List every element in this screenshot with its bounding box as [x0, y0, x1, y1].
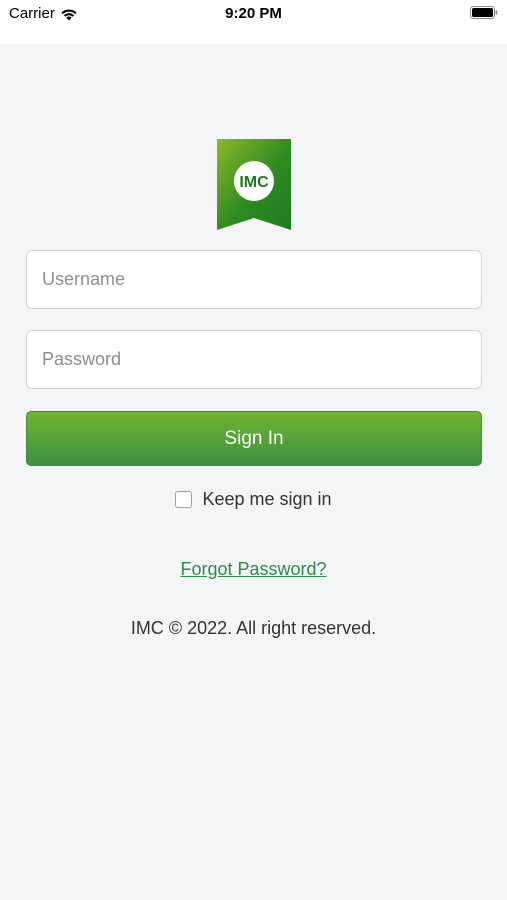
sign-in-button[interactable]: Sign In	[26, 411, 482, 466]
copyright-text: IMC © 2022. All right reserved.	[130, 618, 377, 638]
logo-text: IMC	[239, 174, 269, 191]
username-input[interactable]	[26, 250, 482, 309]
password-input[interactable]	[26, 330, 482, 389]
forgot-password-link[interactable]: Forgot Password?	[0, 559, 507, 580]
battery-icon	[470, 6, 498, 19]
keep-signed-in-label[interactable]: Keep me sign in	[202, 489, 331, 510]
keep-signed-in-checkbox[interactable]	[175, 491, 193, 508]
keep-signed-in-row[interactable]: Keep me sign in	[0, 489, 507, 510]
status-time: 9:20 PM	[225, 5, 282, 22]
status-bar: Carrier 9:20 PM	[0, 0, 507, 44]
imc-logo: IMC	[217, 139, 291, 230]
